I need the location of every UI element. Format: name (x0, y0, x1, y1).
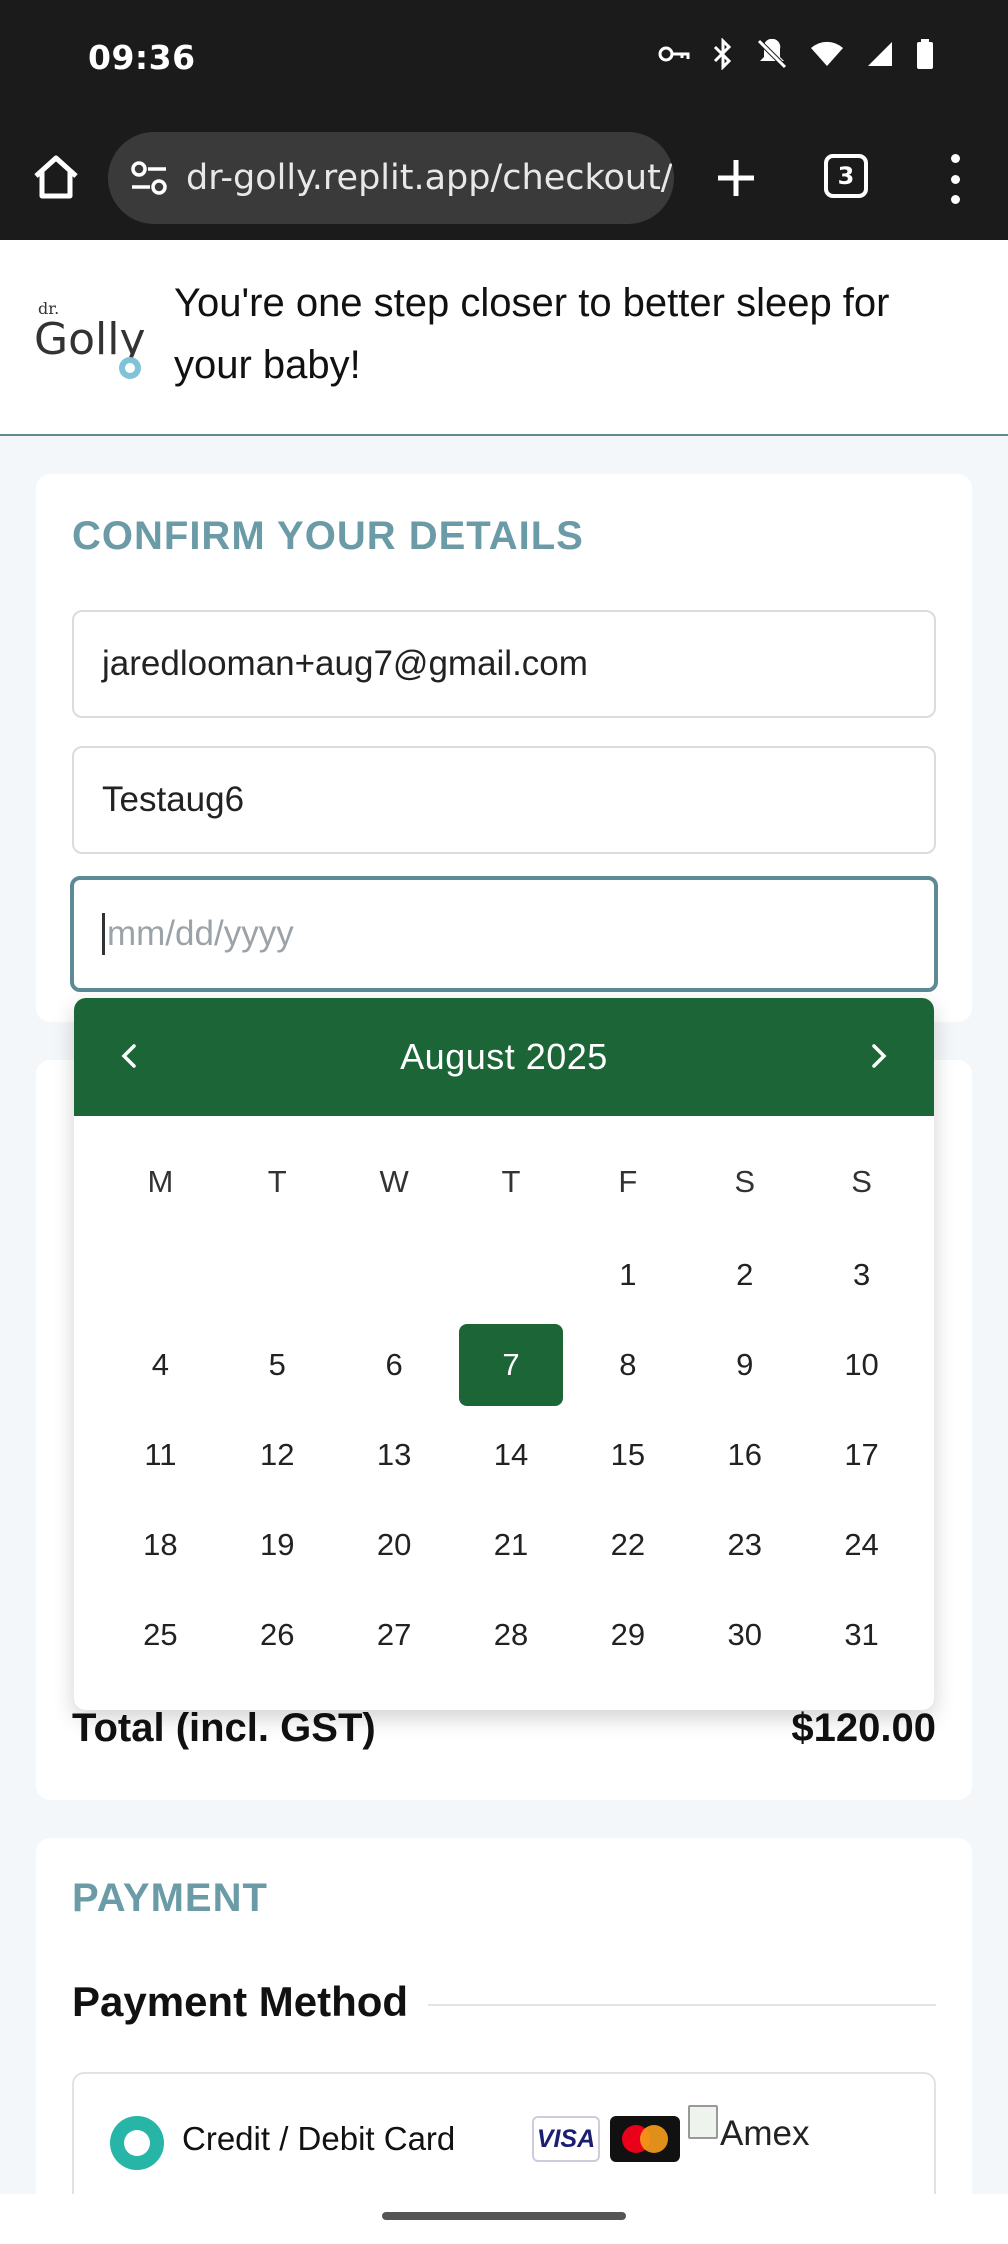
calendar-day[interactable]: 27 (342, 1594, 447, 1676)
month-label: August 2025 (400, 1036, 608, 1077)
confirm-details-title: CONFIRM YOUR DETAILS (72, 514, 584, 558)
home-gesture-handle[interactable] (382, 2212, 626, 2220)
calendar-day[interactable]: 5 (225, 1324, 330, 1406)
weekday-label: T (267, 1164, 287, 1199)
calendar-day[interactable]: 17 (809, 1414, 914, 1496)
gesture-nav-bar (0, 2194, 1008, 2244)
calendar-day[interactable]: 28 (459, 1594, 564, 1676)
tab-switcher-button[interactable]: 3 (824, 154, 868, 198)
calendar-day[interactable]: 12 (225, 1414, 330, 1496)
calendar-day[interactable]: 26 (225, 1594, 330, 1676)
email-field[interactable]: jaredlooman+aug7@gmail.com (72, 610, 936, 718)
name-field[interactable]: Testaug6 (72, 746, 936, 854)
calendar-day[interactable]: 21 (459, 1504, 564, 1586)
calendar-day[interactable]: 15 (575, 1414, 680, 1496)
calendar-day[interactable]: 11 (108, 1414, 213, 1496)
status-bar: 09:36 (0, 0, 1008, 116)
date-picker-header: August 2025 (74, 998, 934, 1116)
mute-icon (756, 38, 788, 73)
empty-day-cell (459, 1234, 564, 1316)
visa-logo: VISA (532, 2116, 600, 2162)
status-icons (658, 37, 934, 74)
calendar-day[interactable]: 20 (342, 1504, 447, 1586)
weekday-label: M (147, 1164, 174, 1199)
bluetooth-icon (712, 37, 734, 74)
amex-logo: Amex (688, 2105, 810, 2154)
payment-title: PAYMENT (72, 1876, 268, 1920)
credit-card-label: Credit / Debit Card (182, 2120, 456, 2157)
calendar-day[interactable]: 18 (108, 1504, 213, 1586)
selected-day[interactable]: 7 (458, 1324, 564, 1406)
payment-card: PAYMENT Payment Method Credit / Debit Ca… (36, 1838, 972, 2244)
day-grid: 1 2 3 4 5 6 7 8 9 10 11 12 13 14 15 16 17 18 19 20 21 22 23 24 2… (102, 1230, 920, 1680)
calendar-day[interactable]: 24 (809, 1504, 914, 1586)
calendar-day[interactable]: 9 (692, 1324, 797, 1406)
calendar-day[interactable]: 25 (108, 1594, 213, 1676)
calendar-day[interactable]: 3 (809, 1234, 914, 1316)
calendar-day[interactable]: 6 (342, 1324, 447, 1406)
calendar-day[interactable]: 10 (809, 1324, 914, 1406)
email-value: jaredlooman+aug7@gmail.com (102, 644, 588, 683)
header-tagline: You're one step closer to better sleep f… (174, 281, 890, 387)
empty-day-cell (225, 1234, 330, 1316)
dr-golly-logo[interactable]: dr. Golly (34, 296, 160, 386)
calendar-day[interactable]: 16 (692, 1414, 797, 1496)
calendar-day[interactable]: 23 (692, 1504, 797, 1586)
wifi-icon (810, 40, 844, 72)
order-total-row: Total (incl. GST) $120.00 (72, 1706, 936, 1751)
weekday-label: F (618, 1164, 638, 1199)
battery-icon (916, 39, 934, 73)
weekday-label: T (501, 1164, 521, 1199)
calendar-day[interactable]: 30 (692, 1594, 797, 1676)
weekday-row: MTWTFSS (102, 1164, 920, 1200)
new-tab-icon[interactable] (710, 152, 762, 204)
text-caret (102, 913, 105, 955)
site-header: dr. Golly You're one step closer to bett… (0, 240, 1008, 436)
calendar-day[interactable]: 2 (692, 1234, 797, 1316)
mastercard-logo (610, 2116, 680, 2162)
weekday-label: W (379, 1164, 409, 1199)
calendar-day[interactable]: 1 (575, 1234, 680, 1316)
date-of-birth-field[interactable]: mm/dd/yyyy (70, 876, 938, 992)
payment-method-heading: Payment Method (72, 1978, 429, 2026)
empty-day-cell (108, 1234, 213, 1316)
more-options-icon[interactable] (950, 154, 960, 204)
calendar-day[interactable]: 31 (809, 1594, 914, 1676)
address-bar[interactable]: dr-golly.replit.app/checkout/6 (108, 132, 674, 224)
calendar-day[interactable]: 8 (575, 1324, 680, 1406)
total-label: Total (incl. GST) (72, 1706, 376, 1750)
calendar-day[interactable]: 22 (575, 1504, 680, 1586)
name-value: Testaug6 (102, 780, 245, 819)
calendar-day[interactable]: 14 (459, 1414, 564, 1496)
calendar-day[interactable]: 4 (108, 1324, 213, 1406)
calendar-day[interactable]: 19 (225, 1504, 330, 1586)
amex-alt-text: Amex (720, 2114, 810, 2153)
url-text[interactable]: dr-golly.replit.app/checkout/6 (186, 158, 674, 198)
previous-month-icon[interactable] (112, 1038, 148, 1074)
site-settings-icon[interactable] (128, 157, 170, 199)
calendar-day[interactable]: 13 (342, 1414, 447, 1496)
key-icon (658, 44, 690, 68)
home-icon[interactable] (30, 152, 82, 204)
calendar-day[interactable]: 29 (575, 1594, 680, 1676)
total-value: $120.00 (791, 1706, 936, 1750)
empty-day-cell (342, 1234, 447, 1316)
weekday-label: S (734, 1164, 756, 1199)
credit-card-radio[interactable] (110, 2116, 164, 2170)
next-month-icon[interactable] (860, 1038, 896, 1074)
browser-toolbar: dr-golly.replit.app/checkout/6 3 (0, 116, 1008, 240)
signal-icon (866, 40, 894, 72)
broken-image-icon (688, 2105, 718, 2139)
confirm-details-card: CONFIRM YOUR DETAILS jaredlooman+aug7@gm… (36, 474, 972, 1022)
date-placeholder: mm/dd/yyyy (107, 914, 294, 953)
status-time: 09:36 (88, 38, 196, 77)
weekday-label: S (851, 1164, 872, 1199)
date-picker: August 2025 MTWTFSS 1 2 3 4 5 6 7 8 9 10 11 12 13 14 1… (74, 998, 934, 1710)
